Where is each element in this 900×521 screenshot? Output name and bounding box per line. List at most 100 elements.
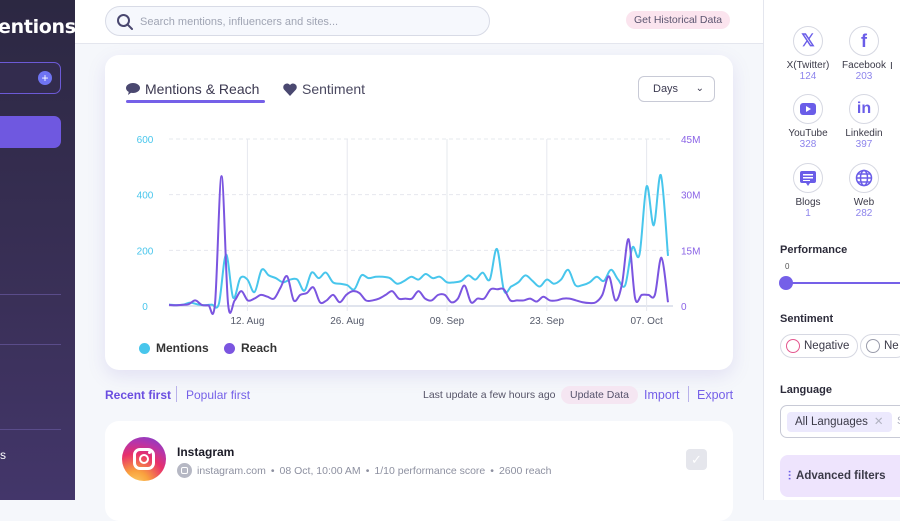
- separator: •: [490, 464, 494, 477]
- sort-popular-first[interactable]: Popular first: [186, 388, 250, 402]
- source-count: 1: [805, 208, 811, 219]
- advanced-filters-label: Advanced filters: [796, 470, 886, 482]
- language-select[interactable]: All Languages✕ S: [780, 405, 900, 438]
- source-name: Web: [853, 197, 875, 208]
- source-filter-web[interactable]: Web 282: [839, 163, 889, 219]
- mention-reach: 2600 reach: [498, 464, 552, 477]
- language-chip: All Languages ✕: [787, 412, 892, 432]
- chip-label: Ne: [884, 340, 899, 352]
- search-icon: [117, 14, 133, 30]
- sidebar: entions + s: [0, 0, 75, 500]
- source-count: 397: [855, 139, 873, 150]
- sort-recent-first[interactable]: Recent first: [105, 388, 171, 402]
- x-tick-label: 12. Aug: [230, 316, 264, 327]
- y-tick-label-left: 0: [142, 302, 148, 313]
- source-name: Linkedin: [845, 128, 883, 139]
- remove-language-icon[interactable]: ✕: [874, 416, 884, 428]
- youtube-icon: [793, 94, 823, 124]
- neutral-face-icon: [866, 339, 880, 353]
- mention-score: 1/10 performance score: [374, 464, 486, 477]
- source-filter-youtube[interactable]: YouTube 328: [783, 94, 833, 150]
- sliders-icon: ⫶: [788, 468, 792, 483]
- y-tick-label-right: 45M: [681, 135, 700, 146]
- y-tick-label-left: 600: [137, 135, 154, 146]
- y-tick-label-left: 200: [137, 246, 154, 257]
- source-name: Blogs: [795, 197, 821, 208]
- search-box[interactable]: [105, 6, 490, 36]
- legend-label: Reach: [241, 341, 278, 355]
- sentiment-neutral-chip[interactable]: Ne: [860, 334, 900, 358]
- get-historical-data-button[interactable]: Get Historical Data: [626, 11, 731, 29]
- mention-title: Instagram: [177, 445, 235, 459]
- divider: [688, 386, 689, 402]
- sentiment-label: Sentiment: [780, 313, 834, 325]
- series-line-reach: [168, 175, 669, 315]
- source-filter-facebook[interactable]: f Facebook 203: [839, 26, 889, 82]
- language-label: Language: [780, 384, 832, 396]
- top-bar: Get Historical Data: [75, 0, 763, 44]
- instagram-small-icon: [177, 463, 192, 478]
- legend-item-reach[interactable]: Reach: [224, 341, 277, 355]
- advanced-filters-button[interactable]: ⫶ Advanced filters: [780, 455, 900, 497]
- legend-item-mentions[interactable]: Mentions: [139, 341, 209, 355]
- x-tick-label: 09. Sep: [430, 316, 465, 327]
- source-name: Facebook: [842, 60, 886, 71]
- mention-checkbox[interactable]: ✓: [686, 449, 707, 470]
- facebook-icon: f: [849, 26, 879, 56]
- add-project-icon[interactable]: +: [38, 71, 52, 85]
- source-name: I: [890, 61, 893, 72]
- search-input[interactable]: [140, 12, 470, 32]
- export-link[interactable]: Export: [697, 388, 733, 402]
- sidebar-item-active[interactable]: [0, 116, 61, 148]
- sidebar-divider: [0, 429, 61, 430]
- source-count: 328: [799, 139, 817, 150]
- blog-icon: [793, 163, 823, 193]
- source-count: 124: [799, 71, 817, 82]
- source-count: 203: [855, 71, 873, 82]
- separator: •: [270, 464, 275, 477]
- source-filter-twitter[interactable]: 𝕏 X(Twitter) 124: [783, 26, 833, 82]
- sidebar-divider: [0, 294, 61, 295]
- instagram-logo-icon: [122, 437, 166, 481]
- filters-panel: 𝕏 X(Twitter) 124 f Facebook 203 I YouTub…: [763, 0, 900, 500]
- y-tick-label-right: 0: [681, 302, 687, 313]
- sentiment-negative-chip[interactable]: Negative: [780, 334, 859, 358]
- chip-label: Negative: [804, 340, 850, 352]
- source-name: YouTube: [788, 128, 828, 139]
- series-line-mentions: [168, 174, 669, 309]
- import-link[interactable]: Import: [644, 388, 679, 402]
- y-tick-label-right: 15M: [681, 246, 700, 257]
- y-tick-label-right: 30M: [681, 191, 700, 202]
- mention-source[interactable]: instagram.com: [197, 465, 266, 477]
- project-selector[interactable]: +: [0, 62, 61, 94]
- performance-slider-handle[interactable]: [779, 276, 793, 290]
- last-update-text: Last update a few hours ago: [423, 389, 556, 401]
- globe-icon: [849, 163, 879, 193]
- y-tick-label-left: 400: [137, 191, 154, 202]
- performance-slider-track[interactable]: [786, 282, 900, 284]
- mentions-reach-chart: 0 200 400 600 0 15M 30M 45M 12. Aug 26. Aug 09. Se…: [137, 135, 701, 327]
- source-name: X(Twitter): [786, 60, 830, 71]
- mentions-toolbar: Recent first Popular first Last update a…: [105, 386, 733, 406]
- language-chip-label: All Languages: [795, 416, 868, 428]
- source-filter-blogs[interactable]: Blogs 1: [783, 163, 833, 219]
- legend-dot-reach: [224, 342, 235, 354]
- sad-face-icon: [786, 339, 800, 353]
- performance-label: Performance: [780, 244, 848, 256]
- source-filter-partial[interactable]: I: [890, 57, 900, 72]
- mention-date: 08 Oct, 10:00 AM: [279, 464, 361, 477]
- separator: •: [365, 464, 370, 477]
- x-tick-label: 07. Oct: [630, 316, 662, 327]
- linkedin-icon: in: [849, 94, 879, 124]
- update-data-button[interactable]: Update Data: [561, 386, 638, 404]
- x-tick-label: 23. Sep: [530, 316, 565, 327]
- brand-logo-text: entions: [0, 16, 75, 38]
- x-twitter-icon: 𝕏: [793, 26, 823, 56]
- sidebar-item-label[interactable]: s: [0, 448, 6, 462]
- legend-dot-mentions: [139, 342, 150, 354]
- mention-card: Instagram instagram.com • 08 Oct, 10:00 …: [105, 421, 733, 521]
- performance-value: 0: [785, 262, 790, 271]
- sidebar-divider: [0, 344, 61, 345]
- divider: [176, 386, 177, 402]
- source-filter-linkedin[interactable]: in Linkedin 397: [839, 94, 889, 150]
